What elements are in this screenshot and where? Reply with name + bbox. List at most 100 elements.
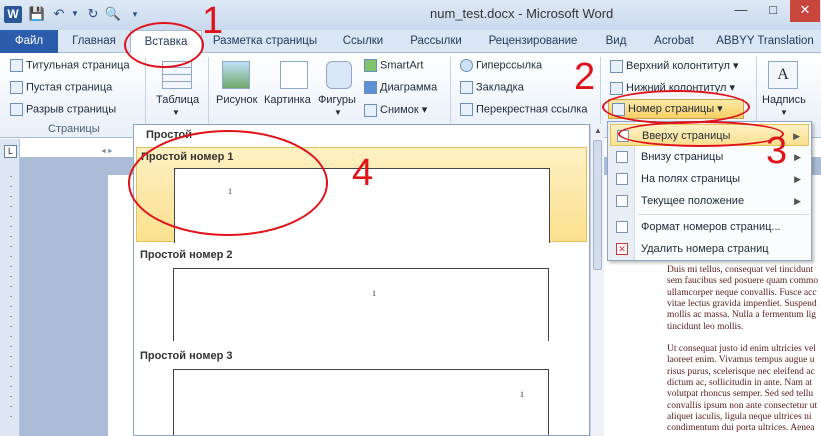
picture-icon[interactable] (222, 61, 250, 89)
document-text-line: aliquet iaculis, ligula neque ultrices n… (667, 411, 812, 422)
gallery-item-title: Простой номер 3 (140, 350, 233, 362)
globe-icon (460, 59, 473, 72)
tab-review[interactable]: Рецензирование (478, 30, 588, 53)
header-icon (610, 59, 623, 73)
customize-toolbar-icon[interactable]: ▾ (126, 5, 144, 23)
document-text-line: tincidunt leo mollis. (667, 321, 744, 332)
pages-group-label: Страницы (48, 123, 100, 135)
blank-page-label: Пустая страница (26, 81, 113, 94)
hyperlink-button[interactable]: Гиперссылка (460, 59, 542, 72)
chart-button[interactable]: Диаграмма (364, 81, 437, 94)
picture-button[interactable]: Рисунок (216, 94, 258, 106)
shapes-dropdown-icon[interactable]: ▼ (334, 108, 342, 117)
cover-page-icon (10, 59, 23, 72)
crossref-label: Перекрестная ссылка (476, 103, 588, 116)
document-text-line: Ut consequat justo id enim ultricies vel (667, 344, 816, 355)
bookmark-button[interactable]: Закладка (460, 81, 524, 94)
minimize-icon[interactable]: — (726, 0, 756, 22)
tab-view[interactable]: Вид (596, 30, 636, 53)
table-button[interactable]: Таблица (156, 94, 199, 106)
table-dropdown-icon[interactable]: ▼ (172, 108, 180, 117)
document-body-text[interactable]: Duis mi tellus, consequat vel tincidunt s… (667, 265, 821, 436)
document-text-line: volutpat rhoncus semper. Sed sed tellu (667, 389, 814, 400)
document-text-line: ullamcorper neque convallis. Fusce acc (667, 287, 817, 298)
submenu-arrow-icon: ▶ (794, 152, 801, 162)
hyperlink-label: Гиперссылка (476, 59, 543, 72)
menu-item-remove-page-numbers[interactable]: ✕ Удалить номера страниц (610, 238, 809, 260)
document-text-line: vitae lectus gravida imperdiet. Suspend (667, 298, 817, 309)
smartart-icon (364, 59, 377, 72)
menu-item-label: Внизу страницы (641, 151, 724, 163)
menu-item-current-position[interactable]: Текущее положение ▶ (610, 190, 809, 212)
cover-page-label: Титульная страница (26, 59, 130, 72)
menu-item-label: На полях страницы (641, 173, 741, 185)
gallery-thumbnail: 1 (173, 369, 549, 435)
smartart-label: SmartArt (380, 59, 424, 72)
clipart-button[interactable]: Картинка (264, 94, 311, 106)
crossref-button[interactable]: Перекрестная ссылка (460, 103, 588, 116)
maximize-icon[interactable]: □ (758, 0, 788, 22)
header-button[interactable]: Верхний колонтитул ▾ (610, 59, 739, 73)
submenu-arrow-icon: ▶ (794, 196, 801, 206)
tab-abbyy[interactable]: ABBYY Translation (712, 30, 818, 53)
ribbon-tabs: Файл Главная Вставка Разметка страницы С… (0, 30, 821, 54)
textbox-dropdown-icon[interactable]: ▼ (780, 108, 788, 117)
tab-acrobat[interactable]: Acrobat (644, 30, 704, 53)
clipart-icon[interactable] (280, 61, 308, 89)
menu-item-label: Удалить номера страниц (641, 243, 769, 255)
tab-references[interactable]: Ссылки (330, 30, 396, 53)
smartart-button[interactable]: SmartArt (364, 59, 423, 72)
title-bar: W 💾 ↶ ▼ ↻ 🔍 ▾ num_test.docx - Microsoft … (0, 0, 821, 30)
submenu-arrow-icon: ▶ (794, 174, 801, 184)
textbox-icon[interactable]: A (768, 61, 798, 89)
ruler-ticks (10, 176, 12, 426)
tab-file[interactable]: Файл (0, 30, 58, 53)
annotation-circle-page-number (602, 90, 750, 124)
bookmark-icon (460, 81, 473, 94)
shapes-icon[interactable] (326, 61, 352, 89)
undo-dropdown-icon[interactable]: ▼ (66, 5, 84, 23)
close-icon[interactable]: ✕ (790, 0, 820, 22)
blank-page-icon (10, 81, 23, 94)
annotation-circle-top-of-page (618, 121, 784, 147)
tab-selector-icon[interactable]: L (4, 145, 17, 158)
thumb-page-number: 1 (372, 289, 376, 298)
ruler-marker: ◄► (100, 148, 114, 155)
scrollbar-thumb[interactable] (593, 140, 602, 270)
tab-page-layout[interactable]: Разметка страницы (206, 30, 324, 53)
gallery-thumbnail: 1 (173, 268, 549, 341)
chart-label: Диаграмма (380, 81, 438, 94)
bookmark-label: Закладка (476, 81, 524, 94)
remove-icon: ✕ (616, 243, 628, 255)
scroll-up-icon[interactable]: ▲ (594, 126, 602, 135)
cover-page-button[interactable]: Титульная страница (10, 59, 130, 72)
submenu-arrow-icon: ▶ (793, 131, 800, 141)
chart-icon (364, 81, 377, 94)
menu-item-format-page-numbers[interactable]: Формат номеров страниц... (610, 216, 809, 238)
page-break-button[interactable]: Разрыв страницы (10, 103, 116, 116)
gallery-scrollbar[interactable]: ▲ (590, 124, 604, 436)
document-text-line: sem faucibus sed posuere quam commo (667, 276, 819, 287)
menu-item-label: Формат номеров страниц... (641, 221, 781, 233)
tab-mailings[interactable]: Рассылки (402, 30, 470, 53)
document-text-line: Duis mi tellus, consequat vel tincidunt (667, 265, 814, 275)
document-text-line: dictum ac, sollicitudin in ante. Nam at (667, 378, 813, 388)
document-text-line: convallis ipsum non ante consectetur ut (667, 400, 818, 411)
screenshot-label: Снимок (380, 104, 419, 116)
crossref-icon (460, 103, 473, 116)
print-preview-icon[interactable]: 🔍 (104, 5, 122, 23)
gallery-item-simple-2[interactable]: Простой номер 2 1 (136, 246, 587, 341)
word-app-icon[interactable]: W (4, 6, 22, 23)
annotation-circle-insert-tab (124, 22, 204, 68)
page-break-label: Разрыв страницы (26, 103, 117, 116)
shapes-button[interactable]: Фигуры (318, 94, 356, 106)
textbox-button[interactable]: Надпись (762, 94, 806, 106)
redo-icon[interactable]: ↻ (84, 5, 102, 23)
blank-page-button[interactable]: Пустая страница (10, 81, 112, 94)
screenshot-button[interactable]: Снимок ▾ (364, 103, 427, 117)
tab-home[interactable]: Главная (62, 30, 126, 53)
gallery-item-simple-3[interactable]: Простой номер 3 1 (136, 347, 587, 435)
save-icon[interactable]: 💾 (28, 5, 46, 23)
menu-divider (638, 214, 810, 215)
window-title: num_test.docx - Microsoft Word (430, 6, 614, 21)
